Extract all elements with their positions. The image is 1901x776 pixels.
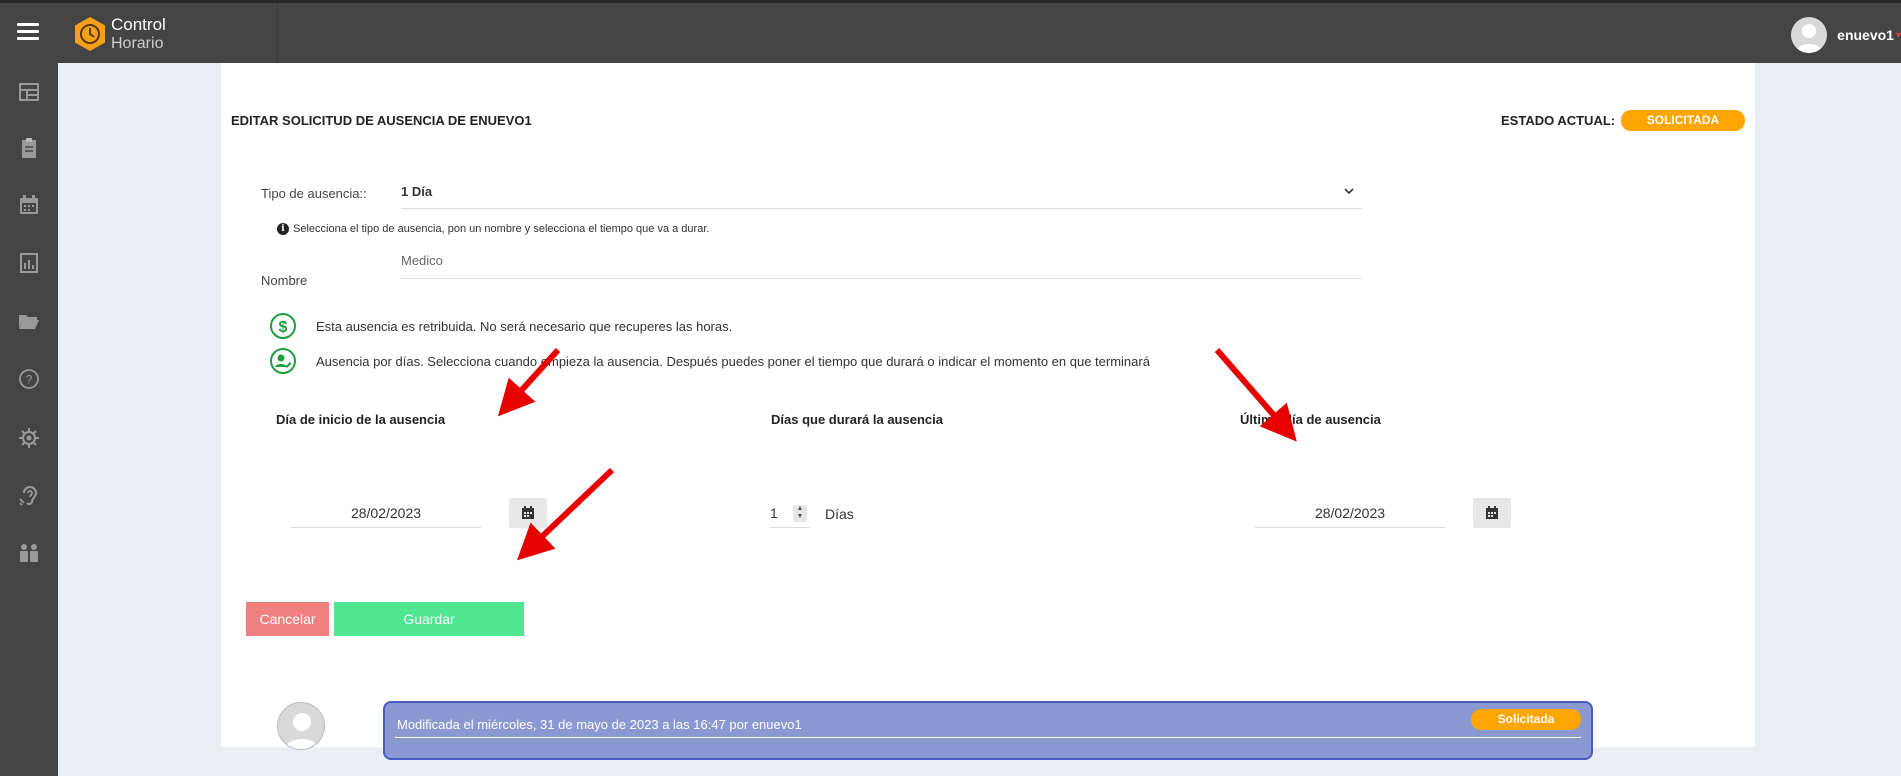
end-date-label: Último día de ausencia xyxy=(1240,412,1381,427)
hearing-icon[interactable] xyxy=(17,484,41,508)
absence-type-select[interactable]: 1 Día xyxy=(401,176,1362,209)
name-label: Nombre xyxy=(261,273,308,288)
history-divider xyxy=(395,737,1581,738)
page-title: EDITAR SOLICITUD DE AUSENCIA DE ENUEVO1 xyxy=(231,113,532,128)
calendar-icon[interactable] xyxy=(17,193,41,217)
form-hint: i Selecciona el tipo de ausencia, pon un… xyxy=(277,223,709,235)
gear-icon[interactable] xyxy=(17,426,41,450)
sidebar: ? xyxy=(0,63,58,776)
name-field[interactable]: Medico xyxy=(401,247,1362,279)
calendar-icon xyxy=(522,506,534,519)
folder-icon[interactable] xyxy=(17,309,41,333)
status-label: ESTADO ACTUAL: xyxy=(1501,113,1616,128)
clipboard-icon[interactable] xyxy=(17,136,41,160)
dollar-icon: $ xyxy=(270,313,296,339)
history-entry: Modificada el miércoles, 31 de mayo de 2… xyxy=(383,701,1593,760)
start-date-label: Día de inicio de la ausencia xyxy=(276,412,446,427)
days-info-row: Ausencia por días. Selecciona cuando emp… xyxy=(269,347,1150,375)
calendar-icon xyxy=(1486,506,1498,519)
top-bar: Control Horario enuevo1 ▾ xyxy=(0,0,1901,63)
start-date-calendar-button[interactable] xyxy=(509,498,547,528)
info-icon: i xyxy=(277,223,289,235)
brand[interactable]: Control Horario xyxy=(58,3,278,63)
app-title: Control xyxy=(111,15,166,34)
avatar xyxy=(1791,17,1828,53)
help-icon[interactable]: ? xyxy=(17,367,41,391)
absence-edit-card: EDITAR SOLICITUD DE AUSENCIA DE ENUEVO1 … xyxy=(221,63,1755,760)
history-status-badge: Solicitada xyxy=(1471,709,1581,730)
end-date-input[interactable]: 28/02/2023 xyxy=(1255,498,1445,528)
form-hint-text: Selecciona el tipo de ausencia, pon un n… xyxy=(293,223,710,235)
duration-unit: Días xyxy=(825,506,854,522)
svg-text:$: $ xyxy=(279,319,288,336)
end-date-calendar-button[interactable] xyxy=(1473,498,1511,528)
people-icon[interactable] xyxy=(17,541,41,565)
user-name: enuevo1 xyxy=(1837,27,1894,43)
absence-type-value: 1 Día xyxy=(401,184,433,199)
dashboard-icon[interactable] xyxy=(17,80,41,104)
app-subtitle: Horario xyxy=(111,35,164,52)
duration-stepper[interactable]: ▲ ▼ xyxy=(793,505,807,522)
report-icon[interactable] xyxy=(17,251,41,275)
save-button[interactable]: Guardar xyxy=(334,602,524,636)
status-badge: SOLICITADA xyxy=(1621,110,1745,131)
absence-type-label: Tipo de ausencia:: xyxy=(261,186,367,201)
svg-text:?: ? xyxy=(26,373,33,387)
start-date-input[interactable]: 28/02/2023 xyxy=(291,498,481,528)
menu-icon[interactable] xyxy=(17,23,39,41)
user-menu[interactable]: enuevo1 ▾ xyxy=(1791,17,1901,53)
chevron-down-icon xyxy=(1344,188,1354,195)
duration-label: Días que durará la ausencia xyxy=(771,412,943,427)
caret-down-icon: ▾ xyxy=(1895,29,1901,41)
paid-info-text: Esta ausencia es retribuida. No será nec… xyxy=(316,318,733,334)
history-avatar xyxy=(277,702,325,750)
days-info-text: Ausencia por días. Selecciona cuando emp… xyxy=(316,353,1150,369)
name-value: Medico xyxy=(401,253,443,268)
history-text: Modificada el miércoles, 31 de mayo de 2… xyxy=(397,717,802,732)
user-edit-icon xyxy=(270,348,296,374)
paid-info-row: $ Esta ausencia es retribuida. No será n… xyxy=(269,312,732,340)
clock-logo-icon xyxy=(75,17,105,51)
cancel-button[interactable]: Cancelar xyxy=(246,602,329,636)
